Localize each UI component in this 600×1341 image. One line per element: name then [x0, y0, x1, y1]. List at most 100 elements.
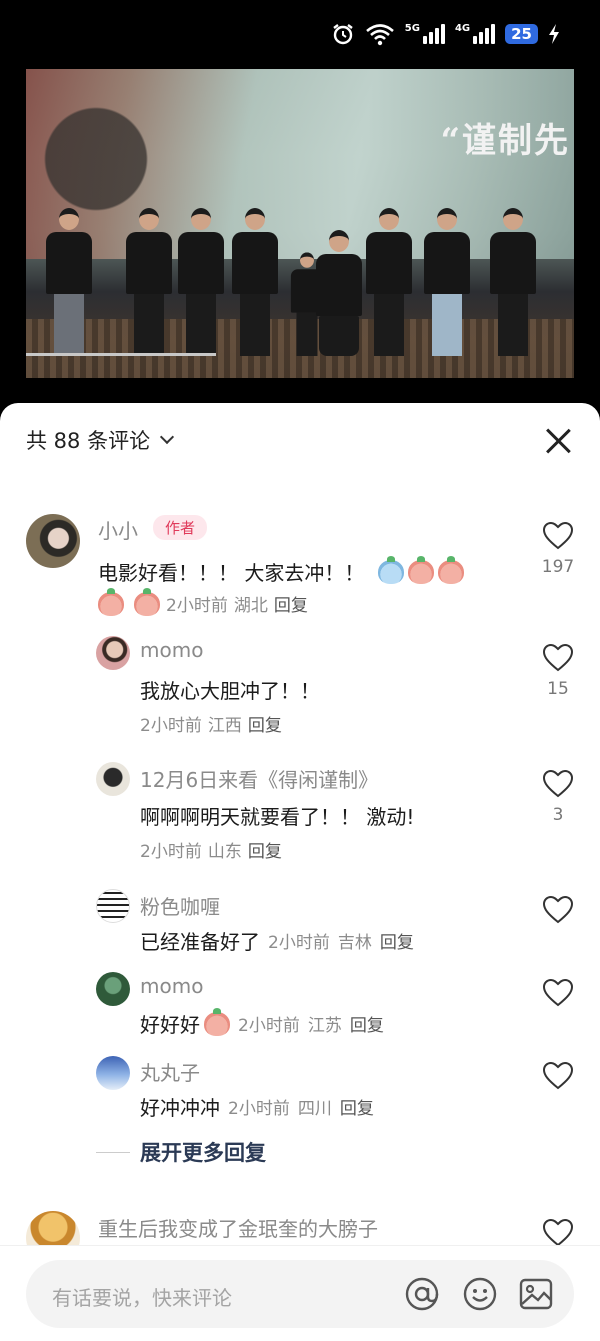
reply-button[interactable]: 回复: [274, 591, 308, 616]
reply-meta: 2小时前 山东 回复: [140, 837, 282, 862]
reply-button[interactable]: 回复: [340, 1094, 374, 1119]
emoji-sticker: [408, 555, 435, 584]
emoji-sticker: [134, 587, 160, 616]
avatar[interactable]: [96, 762, 130, 796]
close-icon[interactable]: [544, 427, 572, 455]
emoji-sticker: [98, 587, 124, 616]
at-icon[interactable]: [404, 1276, 440, 1312]
barrier: [26, 353, 216, 359]
network-4g-label: 4G: [454, 23, 471, 34]
avatar[interactable]: [26, 514, 80, 568]
image-icon[interactable]: [518, 1276, 554, 1312]
reply-username[interactable]: 粉色咖喱: [140, 891, 220, 920]
heart-icon: [542, 978, 574, 1007]
comment-input[interactable]: 有话要说，快来评论: [26, 1260, 574, 1328]
comment-username[interactable]: 重生后我变成了金珉奎的大膀子: [98, 1213, 378, 1242]
emoji-sticker: [438, 555, 465, 584]
person: [366, 208, 412, 356]
reply-text: 我放心大胆冲了！！: [140, 679, 320, 703]
reply-button[interactable]: 回复: [350, 1011, 384, 1036]
expand-more-replies[interactable]: 展开更多回复: [96, 1137, 266, 1167]
person: [126, 208, 172, 356]
like-button[interactable]: [538, 978, 578, 1008]
reply-username[interactable]: momo: [140, 974, 203, 998]
video-caption: “谨制先: [440, 121, 570, 161]
reply-time: 2小时前: [268, 933, 330, 953]
emoji-sticker: [378, 555, 405, 584]
like-button[interactable]: 15: [538, 643, 578, 699]
comments-sheet: 共 88 条评论 小小 作者 电影好看！！！ 大家去冲！！ 2小时前 湖北 回复…: [0, 403, 600, 1341]
reply-location: 山东: [207, 842, 242, 862]
comment-input-bar: 有话要说，快来评论: [0, 1245, 600, 1341]
person: [490, 208, 536, 356]
chevron-down-icon: [160, 429, 175, 445]
emoji-icon[interactable]: [462, 1276, 498, 1312]
reply-button[interactable]: 回复: [380, 928, 414, 953]
like-count: 197: [541, 557, 575, 577]
reply-location: 四川: [297, 1099, 332, 1119]
status-icons: 5G 4G 25: [331, 22, 560, 46]
avatar[interactable]: [96, 636, 130, 670]
reply-time: 2小时前: [140, 842, 202, 862]
reply-button[interactable]: 回复: [248, 711, 282, 736]
wifi-icon: [365, 24, 394, 46]
heart-icon: [542, 895, 574, 924]
reply-time: 2小时前: [140, 716, 202, 736]
reply-text: 已经准备好了 2小时前 吉林 回复: [140, 926, 414, 955]
reply-text: 好好好 2小时前 江苏 回复: [140, 1007, 384, 1038]
heart-icon: [542, 1061, 574, 1090]
reply-location: 吉林: [337, 933, 372, 953]
reply-text-content: 好冲冲冲: [140, 1096, 220, 1120]
comment-text: 电影好看！！！ 大家去冲！！: [98, 555, 465, 586]
charging-icon: [549, 24, 559, 44]
avatar[interactable]: [96, 1056, 130, 1090]
comment-count-dropdown[interactable]: 共 88 条评论: [26, 425, 175, 455]
reply-text: 啊啊啊明天就要看了！！ 激动!: [140, 805, 415, 829]
person: [178, 208, 224, 356]
comment-meta: 2小时前 湖北 回复: [98, 587, 308, 616]
divider: [96, 1151, 130, 1153]
reply-text: 好冲冲冲 2小时前 四川 回复: [140, 1092, 374, 1121]
comment-text-content: 电影好看！！！ 大家去冲！！: [98, 561, 365, 585]
signal-5g: 5G: [405, 24, 445, 44]
reply-time: 2小时前: [228, 1099, 290, 1119]
reply-location: 江西: [207, 716, 242, 736]
battery-level: 25: [505, 24, 538, 44]
like-button[interactable]: [538, 1061, 578, 1091]
avatar[interactable]: [96, 972, 130, 1006]
reply-text-content: 好好好: [140, 1013, 200, 1037]
reply-username[interactable]: 12月6日来看《得闲谨制》: [140, 764, 378, 793]
comment-time: 2小时前: [166, 596, 228, 616]
reply-location: 江苏: [307, 1016, 342, 1036]
reply-username[interactable]: momo: [140, 638, 203, 662]
expand-more-label: 展开更多回复: [140, 1141, 266, 1165]
like-button[interactable]: 197: [538, 521, 578, 577]
comment-count-title: 共 88 条评论: [26, 429, 151, 453]
heart-icon: [542, 643, 574, 672]
reply-meta: 2小时前 江西 回复: [140, 711, 282, 736]
reply-text-content: 已经准备好了: [140, 930, 260, 954]
avatar[interactable]: [96, 889, 130, 923]
like-button[interactable]: [538, 1218, 578, 1248]
signal-4g: 4G: [454, 23, 496, 44]
reply-username[interactable]: 丸丸子: [140, 1057, 200, 1086]
sheet-header: 共 88 条评论: [0, 403, 600, 475]
status-bar: 5G 4G 25: [0, 0, 600, 70]
comment-input-placeholder: 有话要说，快来评论: [52, 1286, 232, 1310]
like-count: 15: [547, 679, 569, 699]
reply-button[interactable]: 回复: [248, 837, 282, 862]
comment-location: 湖北: [233, 596, 268, 616]
like-button[interactable]: [538, 895, 578, 925]
emoji-sticker: [204, 1007, 230, 1036]
video-player[interactable]: “谨制先: [26, 69, 574, 378]
comment-username[interactable]: 小小: [98, 515, 138, 544]
person: [232, 208, 278, 356]
heart-icon: [542, 769, 574, 798]
author-badge: 作者: [153, 515, 208, 540]
person: [424, 208, 470, 356]
like-count: 3: [552, 805, 564, 825]
person: [316, 230, 362, 356]
reply-time: 2小时前: [238, 1016, 300, 1036]
heart-icon: [542, 521, 574, 550]
like-button[interactable]: 3: [538, 769, 578, 825]
